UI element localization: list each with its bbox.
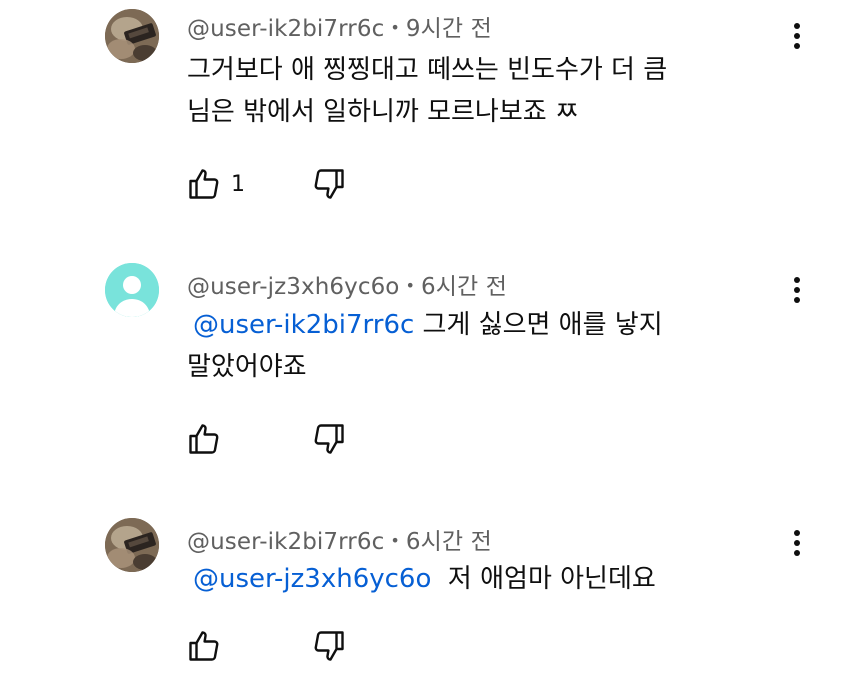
meta-separator: •: [405, 276, 416, 295]
comment-line-text: 그게 싫으면 애를 낳지: [414, 310, 663, 340]
comment-time[interactable]: 6시간 전: [421, 274, 507, 300]
avatar[interactable]: [105, 263, 159, 317]
thumbs-down-icon: [314, 631, 344, 661]
comment-time[interactable]: 6시간 전: [406, 529, 492, 555]
more-button[interactable]: [785, 527, 809, 561]
mention-link[interactable]: @user-ik2bi7rr6c: [193, 310, 414, 340]
meta-separator: •: [390, 531, 400, 550]
comment-author[interactable]: @user-ik2bi7rr6c: [187, 16, 384, 42]
like-button[interactable]: [186, 628, 222, 664]
comment-line: @user-ik2bi7rr6c 그게 싫으면 애를 낳지: [187, 304, 663, 346]
avatar[interactable]: [105, 518, 159, 572]
dislike-button[interactable]: [311, 166, 347, 202]
user-photo-avatar-icon: [105, 518, 159, 572]
comment-author[interactable]: @user-ik2bi7rr6c: [187, 529, 384, 555]
comment-text: @user-ik2bi7rr6c 그게 싫으면 애를 낳지 말았어야죠: [187, 304, 663, 388]
thumbs-up-icon: [189, 169, 219, 199]
meta-separator: •: [390, 18, 400, 37]
more-vert-icon: [794, 23, 800, 49]
avatar[interactable]: [105, 9, 159, 63]
comment-author[interactable]: @user-jz3xh6yc6o: [187, 274, 399, 300]
comment-item: @user-jz3xh6yc6o • 6시간 전 @user-ik2bi7rr6c …: [0, 240, 850, 500]
comment-meta: @user-ik2bi7rr6c • 6시간 전: [187, 522, 492, 556]
thumbs-down-icon: [314, 424, 344, 454]
more-button[interactable]: [785, 20, 809, 54]
more-vert-icon: [794, 277, 800, 303]
comment-line-text: 저 애엄마 아닌데요: [431, 564, 656, 594]
comment-meta: @user-jz3xh6yc6o • 6시간 전: [187, 267, 507, 301]
thumbs-up-icon: [189, 424, 219, 454]
mention-link[interactable]: @user-jz3xh6yc6o: [193, 564, 431, 594]
more-button[interactable]: [785, 274, 809, 308]
thumbs-up-icon: [189, 631, 219, 661]
thumbs-down-icon: [314, 169, 344, 199]
comment-item: @user-ik2bi7rr6c • 6시간 전 @user-jz3xh6yc6o …: [0, 500, 850, 689]
like-button[interactable]: [186, 166, 222, 202]
comment-meta: @user-ik2bi7rr6c • 9시간 전: [187, 9, 492, 43]
dislike-button[interactable]: [311, 628, 347, 664]
more-vert-icon: [794, 530, 800, 556]
comment-text: @user-jz3xh6yc6o 저 애엄마 아닌데요: [187, 558, 656, 600]
comment-line: 님은 밖에서 일하니까 모르나보죠 ㅉ: [187, 97, 579, 127]
comment-line: 말았어야죠: [187, 352, 307, 382]
comment-text: 그거보다 애 찡찡대고 떼쓰는 빈도수가 더 큼 님은 밖에서 일하니까 모르나…: [187, 49, 667, 133]
default-person-avatar-icon: [105, 263, 159, 317]
comment-time[interactable]: 9시간 전: [406, 16, 492, 42]
dislike-button[interactable]: [311, 421, 347, 457]
comment-item: @user-ik2bi7rr6c • 9시간 전 그거보다 애 찡찡대고 떼쓰는 빈…: [0, 0, 850, 240]
user-photo-avatar-icon: [105, 9, 159, 63]
comment-line: @user-jz3xh6yc6o 저 애엄마 아닌데요: [187, 558, 656, 600]
comment-line: 그거보다 애 찡찡대고 떼쓰는 빈도수가 더 큼: [187, 55, 668, 85]
like-button[interactable]: [186, 421, 222, 457]
like-count: 1: [231, 172, 245, 197]
